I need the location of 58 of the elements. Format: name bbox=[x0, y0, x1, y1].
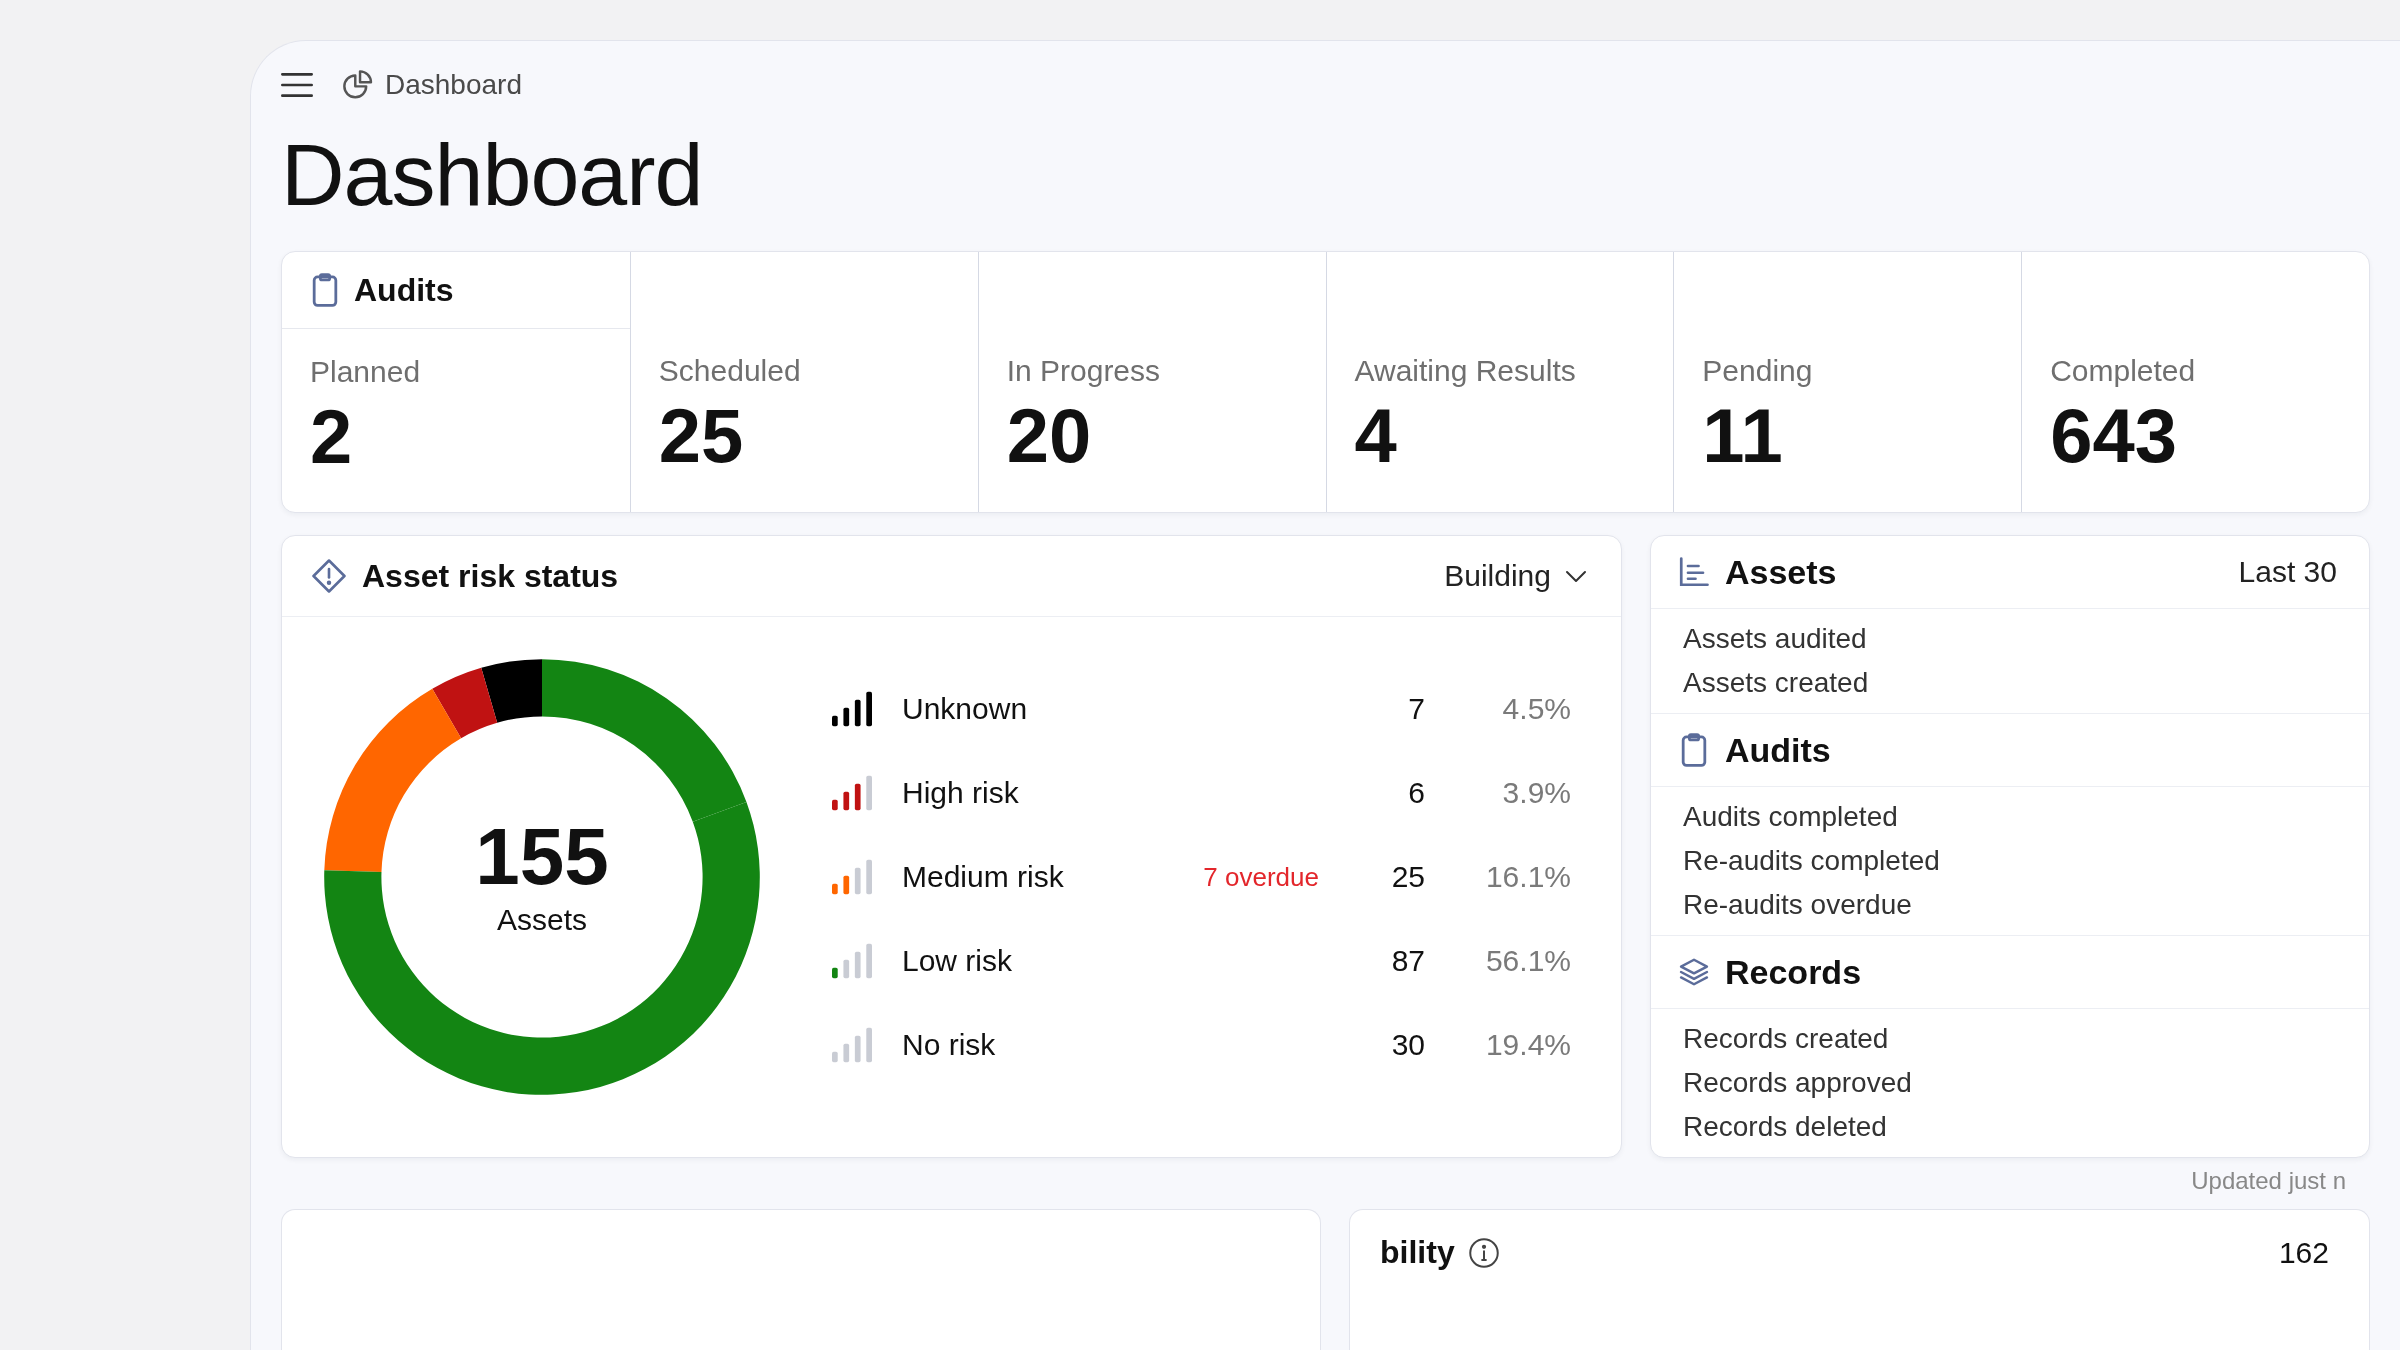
period-dropdown[interactable]: Last 30 bbox=[2234, 551, 2341, 593]
metric-label: Re-audits completed bbox=[1683, 845, 1940, 877]
panel-title: bility bbox=[1380, 1234, 1455, 1271]
card-title: Audits bbox=[354, 271, 454, 309]
breadcrumb-link[interactable]: Dashboard bbox=[343, 69, 522, 101]
overdue-note: 7 overdue bbox=[1203, 861, 1319, 893]
stat-label: Pending bbox=[1702, 354, 1813, 388]
section-title: Audits bbox=[1725, 730, 1831, 770]
updated-text: Updated just n bbox=[2191, 1167, 2346, 1195]
stat-value: 20 bbox=[1006, 398, 1092, 474]
warning-icon bbox=[312, 559, 346, 593]
metric-label: Assets created bbox=[1683, 667, 1869, 699]
metric-label: Audits completed bbox=[1683, 801, 1898, 833]
count-value: 30 bbox=[1391, 1028, 1425, 1062]
count-value: 162 bbox=[2278, 1235, 2329, 1270]
count-value: 87 bbox=[1391, 944, 1425, 978]
legend-label: High risk bbox=[902, 776, 1019, 810]
chevron-down-icon bbox=[1565, 569, 1587, 583]
info-icon[interactable] bbox=[1468, 1237, 1499, 1268]
section-title: Assets bbox=[1725, 552, 1837, 592]
percent-value: 3.9% bbox=[1502, 776, 1571, 810]
filter-dropdown[interactable]: Building bbox=[1440, 553, 1591, 599]
stat-label: Completed bbox=[2050, 354, 2196, 388]
legend-label: Medium risk bbox=[902, 860, 1064, 894]
metric-label: Re-audits overdue bbox=[1683, 889, 1912, 921]
panel-title: Asset risk status bbox=[362, 557, 619, 595]
percent-value: 19.4% bbox=[1485, 1028, 1571, 1062]
page-title: Dashboard bbox=[281, 125, 703, 225]
stat-value: 25 bbox=[658, 398, 744, 474]
total-value: 155 bbox=[475, 817, 609, 897]
count-value: 7 bbox=[1408, 692, 1425, 726]
stat-value: 2 bbox=[310, 399, 353, 475]
stat-value: 4 bbox=[1354, 398, 1397, 474]
metric-label: Records approved bbox=[1683, 1067, 1912, 1099]
stat-label: Planned bbox=[310, 355, 421, 389]
percent-value: 4.5% bbox=[1502, 692, 1571, 726]
legend-label: Low risk bbox=[902, 944, 1013, 978]
stat-value: 643 bbox=[2050, 398, 2177, 474]
menu-icon[interactable] bbox=[281, 72, 313, 98]
pie-chart-icon bbox=[343, 70, 373, 100]
clipboard-icon bbox=[1679, 733, 1709, 767]
bar-chart-icon bbox=[1679, 555, 1709, 589]
percent-value: 16.1% bbox=[1485, 860, 1571, 894]
clipboard-icon bbox=[310, 273, 340, 307]
stat-label: Awaiting Results bbox=[1354, 354, 1576, 388]
legend-label: Unknown bbox=[902, 692, 1028, 726]
stat-label: In Progress bbox=[1006, 354, 1161, 388]
percent-value: 56.1% bbox=[1485, 944, 1571, 978]
section-title: Records bbox=[1725, 952, 1862, 992]
metric-label: Records created bbox=[1683, 1023, 1889, 1055]
legend-label: No risk bbox=[902, 1028, 996, 1062]
total-label: Assets bbox=[497, 903, 587, 937]
metric-label: Records deleted bbox=[1683, 1111, 1887, 1143]
count-value: 6 bbox=[1408, 776, 1425, 810]
metric-label: Assets audited bbox=[1683, 623, 1867, 655]
stat-label: Scheduled bbox=[658, 354, 801, 388]
count-value: 25 bbox=[1391, 860, 1425, 894]
stat-value: 11 bbox=[1702, 398, 1783, 474]
